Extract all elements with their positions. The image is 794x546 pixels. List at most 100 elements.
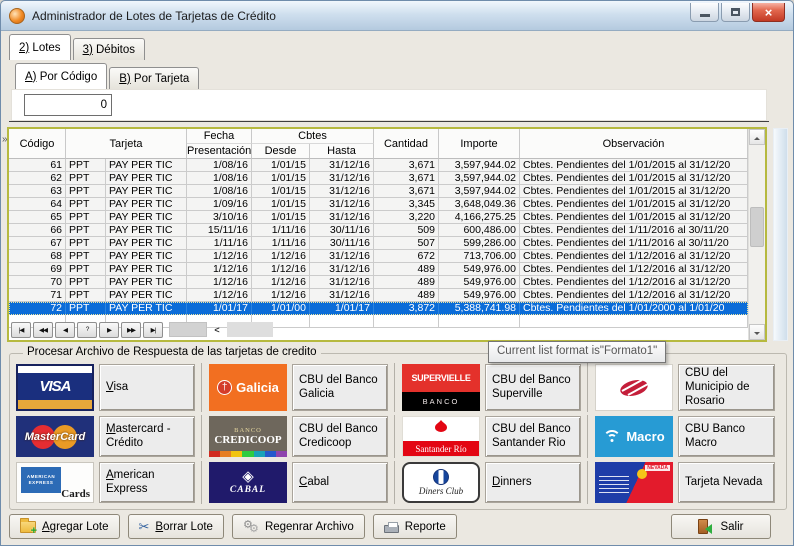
cell-codigo: 70 <box>9 276 66 289</box>
cbu-supervielle-button[interactable]: CBU del Banco Superville <box>485 364 581 411</box>
cell-tarjeta: PAY PER TIC <box>106 198 187 211</box>
hscroll-thumb[interactable] <box>169 322 207 337</box>
cell-desde: 1/01/15 <box>252 159 310 172</box>
cell-obs: Cbtes. Pendientes del 1/11/2016 al 30/11… <box>520 237 748 250</box>
hscroll-track[interactable] <box>227 322 273 337</box>
main-tabs: 2) Lotes 3) Débitos <box>9 34 145 60</box>
visa-button[interactable]: Visa <box>99 364 195 411</box>
cell-obs: Cbtes. Pendientes del 1/12/2016 al 31/12… <box>520 263 748 276</box>
salir-button[interactable]: Salir <box>671 514 771 539</box>
cell-cantidad: 489 <box>374 263 439 276</box>
grid-row-selected[interactable]: 72PPTPAY PER TIC1/01/171/01/001/01/173,8… <box>9 302 748 315</box>
grid-row[interactable]: 64PPTPAY PER TIC1/09/161/01/1531/12/163,… <box>9 198 748 211</box>
nav-next-page-button[interactable]: ▶▶ <box>121 322 141 338</box>
cell-tarjeta: PAY PER TIC <box>106 211 187 224</box>
grid-row[interactable]: 63PPTPAY PER TIC1/08/161/01/1531/12/163,… <box>9 185 748 198</box>
cell-tarjeta: PAY PER TIC <box>106 289 187 302</box>
reporte-button[interactable]: Reporte <box>373 514 457 539</box>
col-header-observacion[interactable]: Observación <box>520 129 748 159</box>
nav-prior-page-button[interactable]: ◀◀ <box>33 322 53 338</box>
cell-codigo: 64 <box>9 198 66 211</box>
cell-hasta: 31/12/16 <box>310 159 374 172</box>
col-header-codigo[interactable]: Código <box>9 129 66 159</box>
col-header-fecha[interactable]: Fecha <box>187 129 252 144</box>
tab-por-tarjeta[interactable]: B) Por Tarjeta <box>109 67 199 89</box>
galicia-cross-icon: † <box>217 380 232 395</box>
cell-fecha: 1/12/16 <box>187 250 252 263</box>
tab-lotes[interactable]: 2) Lotes <box>9 34 71 60</box>
regenerar-archivo-button[interactable]: ⚙⚙ Regenrar Archivo <box>232 514 365 539</box>
code-filter-input[interactable] <box>24 94 112 116</box>
cbu-municipio-rosario-button[interactable]: CBU del Municipio de Rosario <box>678 364 775 411</box>
cell-hasta: 1/01/17 <box>310 302 374 315</box>
macro-logo: Macro <box>595 416 673 457</box>
col-header-cbtes[interactable]: Cbtes <box>252 129 374 144</box>
cbu-macro-button[interactable]: CBU Banco Macro <box>678 416 775 457</box>
grid-row[interactable]: 69PPTPAY PER TIC1/12/161/12/1631/12/1648… <box>9 263 748 276</box>
cell-importe: 549,976.00 <box>439 276 520 289</box>
tarjeta-nevada-button[interactable]: Tarjeta Nevada <box>678 462 775 503</box>
scroll-down-icon[interactable] <box>749 324 765 340</box>
col-header-cantidad[interactable]: Cantidad <box>374 129 439 159</box>
cbu-galicia-button[interactable]: CBU del Banco Galicia <box>292 364 388 411</box>
col-header-hasta[interactable]: Hasta <box>310 144 374 159</box>
cell-tipo: PPT <box>66 172 106 185</box>
cabal-button[interactable]: Cabal <box>292 462 388 503</box>
agregar-lote-button[interactable]: + Agregar Lote <box>9 514 120 539</box>
credicoop-logo: BANCO CREDICOOP <box>209 416 287 457</box>
tab-debitos[interactable]: 3) Débitos <box>73 38 145 60</box>
grid-row[interactable]: 62PPTPAY PER TIC1/08/161/01/1531/12/163,… <box>9 172 748 185</box>
cell-codigo: 69 <box>9 263 66 276</box>
american-express-button[interactable]: American Express <box>99 462 195 503</box>
grid-row[interactable]: 61PPTPAY PER TIC1/08/161/01/1531/12/163,… <box>9 159 748 172</box>
col-header-importe[interactable]: Importe <box>439 129 520 159</box>
cell-fecha: 1/12/16 <box>187 276 252 289</box>
grid-row[interactable]: 66PPTPAY PER TIC15/11/161/11/1630/11/165… <box>9 224 748 237</box>
grid-row[interactable]: 68PPTPAY PER TIC1/12/161/12/1631/12/1667… <box>9 250 748 263</box>
title-bar: Administrador de Lotes de Tarjetas de Cr… <box>1 1 793 31</box>
nav-next-button[interactable]: ▶ <box>99 322 119 338</box>
cell-desde: 1/12/16 <box>252 250 310 263</box>
cell-codigo: 68 <box>9 250 66 263</box>
close-button[interactable]: × <box>752 3 785 22</box>
nav-first-button[interactable]: |◀ <box>11 322 31 338</box>
scrollbar-thumb[interactable] <box>750 207 764 247</box>
tab-por-codigo[interactable]: A) Por Código <box>15 63 107 89</box>
mastercard-button[interactable]: Mastercard - Crédito <box>99 416 195 457</box>
cell-hasta: 31/12/16 <box>310 172 374 185</box>
scroll-up-icon[interactable] <box>749 129 765 145</box>
col-header-desde[interactable]: Desde <box>252 144 310 159</box>
nav-last-button[interactable]: ▶| <box>143 322 163 338</box>
grid-row[interactable]: 71PPTPAY PER TIC1/12/161/12/1631/12/1648… <box>9 289 748 302</box>
hscroll-left-icon[interactable]: < <box>209 322 225 337</box>
nav-search-button[interactable]: ? <box>77 322 97 338</box>
diners-button[interactable]: Dinners <box>485 462 581 503</box>
exit-door-icon <box>698 519 708 534</box>
cell-codigo: 61 <box>9 159 66 172</box>
diners-circle-icon <box>433 469 449 485</box>
cell-codigo: 71 <box>9 289 66 302</box>
right-splitter[interactable] <box>773 128 788 341</box>
borrar-lote-button[interactable]: ✂ Borrar Lote <box>128 514 224 539</box>
cards-grid: VISA Visa † Galicia CBU del Banco Galici… <box>15 363 781 504</box>
cell-cantidad: 489 <box>374 276 439 289</box>
cell-desde: 1/01/15 <box>252 198 310 211</box>
grid-row[interactable]: 67PPTPAY PER TIC1/11/161/11/1630/11/1650… <box>9 237 748 250</box>
process-groupbox: Procesar Archivo de Respuesta de las tar… <box>9 353 787 510</box>
vertical-scrollbar[interactable] <box>748 129 765 340</box>
col-header-tarjeta[interactable]: Tarjeta <box>66 129 187 159</box>
cell-cantidad: 3,671 <box>374 172 439 185</box>
mastercard-logo: MasterCard <box>16 416 94 457</box>
cbu-santander-rio-button[interactable]: CBU del Banco Santander Rio <box>485 416 581 457</box>
minimize-button[interactable] <box>690 3 719 22</box>
cell-desde: 1/01/15 <box>252 172 310 185</box>
grid-row[interactable]: 70PPTPAY PER TIC1/12/161/12/1631/12/1648… <box>9 276 748 289</box>
santander-rio-logo: Santander Río <box>402 416 480 457</box>
cbu-credicoop-button[interactable]: CBU del Banco Credicoop <box>292 416 388 457</box>
col-header-presentacion[interactable]: Presentación <box>187 144 252 159</box>
grid-table: Código Tarjeta Fecha Cbtes Cantidad Impo… <box>9 129 748 328</box>
nav-prior-button[interactable]: ◀ <box>55 322 75 338</box>
maximize-button[interactable] <box>721 3 750 22</box>
grid-row[interactable]: 65PPTPAY PER TIC3/10/161/01/1531/12/163,… <box>9 211 748 224</box>
cell-hasta: 31/12/16 <box>310 250 374 263</box>
